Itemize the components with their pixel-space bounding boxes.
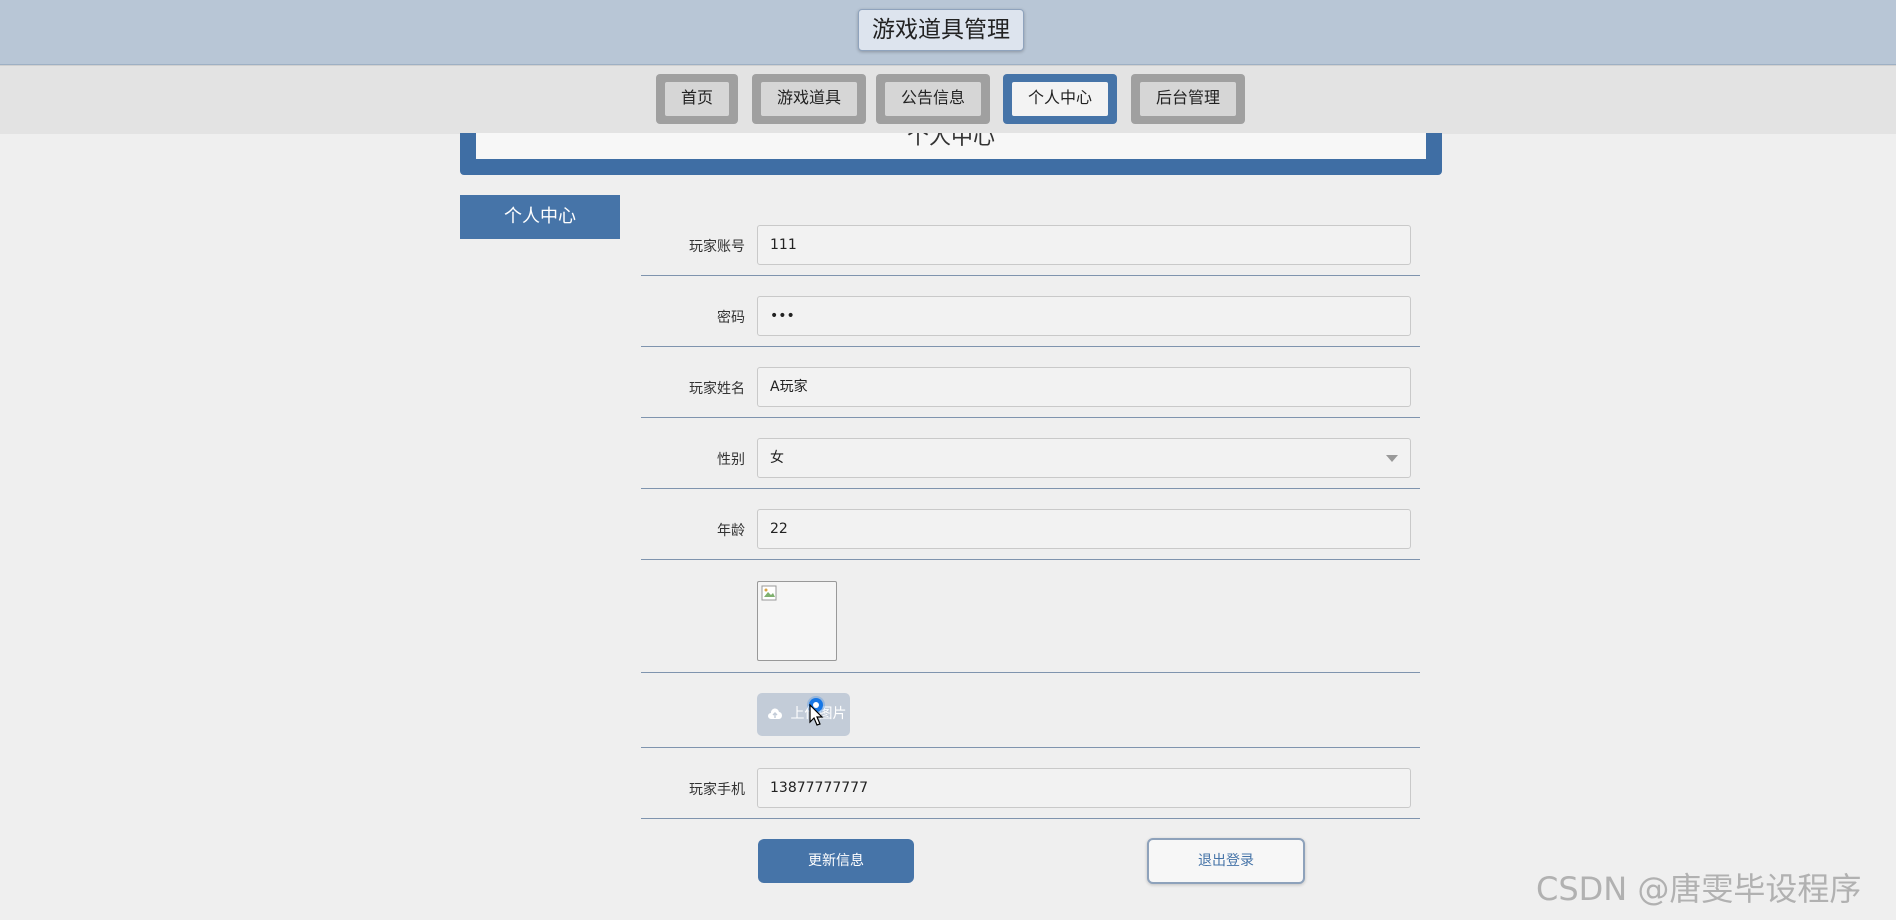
form-row-password: 密码 ••• [641,296,1420,347]
watermark: CSDN @唐雯毕设程序 [1536,870,1862,908]
form-row-avatar [641,581,1420,673]
password-input[interactable]: ••• [757,296,1411,336]
phone-label: 玩家手机 [689,782,745,798]
gender-selected-value: 女 [770,450,784,466]
nav-item-home[interactable]: 首页 [656,74,738,124]
nav-item-label: 个人中心 [1012,82,1108,116]
site-title: 游戏道具管理 [858,9,1024,51]
page-title: 个人中心 [906,133,995,150]
form-row-account: 玩家账号 111 [641,225,1420,276]
page-header-inner: 个人中心 [476,133,1426,159]
age-input[interactable]: 22 [757,509,1411,549]
nav-item-personal-center[interactable]: 个人中心 [1003,74,1117,124]
nav-item-game-items[interactable]: 游戏道具 [752,74,866,124]
name-label: 玩家姓名 [689,381,745,397]
account-input[interactable]: 111 [757,225,1411,265]
main-nav: 首页 游戏道具 公告信息 个人中心 后台管理 [0,65,1896,134]
nav-item-label: 首页 [665,82,729,116]
nav-item-label: 后台管理 [1140,82,1236,116]
upload-image-button[interactable]: 上传图片 [757,693,850,736]
form-row-age: 年龄 22 [641,509,1420,560]
top-bar: 游戏道具管理 [0,0,1896,65]
logout-button[interactable]: 退出登录 [1147,838,1305,884]
form-row-phone: 玩家手机 13877777777 [641,768,1420,819]
password-label: 密码 [717,310,745,326]
nav-item-admin[interactable]: 后台管理 [1131,74,1245,124]
account-label: 玩家账号 [689,239,745,255]
broken-image-icon [761,585,777,601]
avatar-image [757,581,837,661]
sidebar-tab-personal-center[interactable]: 个人中心 [460,195,620,239]
gender-label: 性别 [717,452,745,468]
update-info-button[interactable]: 更新信息 [758,839,914,883]
nav-item-label: 公告信息 [885,82,981,116]
mouse-cursor-icon [809,704,824,726]
gender-select[interactable]: 女 [757,438,1411,478]
age-label: 年龄 [717,523,745,539]
nav-item-announcements[interactable]: 公告信息 [876,74,990,124]
phone-input[interactable]: 13877777777 [757,768,1411,808]
chevron-down-icon [1386,455,1398,462]
form-row-upload: 上传图片 [641,693,1420,748]
nav-item-label: 游戏道具 [761,82,857,116]
cloud-upload-icon [768,708,782,719]
page-header: 个人中心 [460,133,1442,175]
form-row-name: 玩家姓名 A玩家 [641,367,1420,418]
name-input[interactable]: A玩家 [757,367,1411,407]
form-row-gender: 性别 女 [641,438,1420,489]
